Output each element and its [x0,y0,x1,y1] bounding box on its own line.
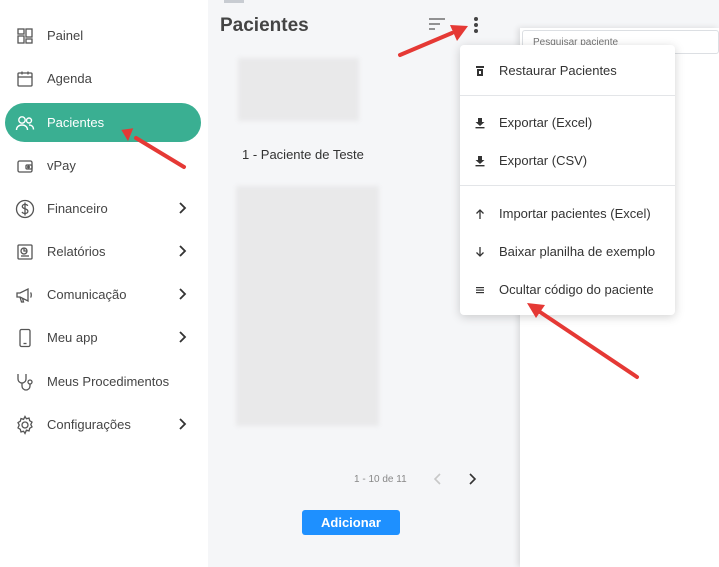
wallet-icon [15,156,35,176]
download-icon [474,116,486,129]
menu-item-label: Baixar planilha de exemplo [499,244,656,259]
patient-name[interactable]: 1 - Paciente de Teste [242,147,364,162]
top-indicator [224,0,244,3]
sidebar-item-meus-procedimentos[interactable]: Meus Procedimentos [5,362,201,401]
sidebar-item-configuracoes[interactable]: Configurações [5,405,201,444]
sidebar-item-pacientes[interactable]: Pacientes [5,103,201,142]
arrow-up-icon [474,207,486,219]
menu-item-importar-pacientes[interactable]: Importar pacientes (Excel) [460,198,675,228]
sidebar-item-meu-app[interactable]: Meu app [5,318,201,357]
menu-item-label: Restaurar Pacientes [499,63,617,78]
sidebar-item-label: Configurações [47,417,131,432]
users-icon [15,113,35,133]
blurred-photo [238,58,359,121]
chevron-right-icon [175,200,189,216]
stethoscope-icon [15,372,35,392]
menu-item-baixar-planilha[interactable]: Baixar planilha de exemplo [460,236,675,266]
menu-item-restaurar[interactable]: Restaurar Pacientes [460,55,675,85]
page-title: Pacientes [220,15,309,36]
menu-item-label: Importar pacientes (Excel) [499,206,651,221]
menu-item-exportar-csv[interactable]: Exportar (CSV) [460,145,675,175]
pagination-label: 1 - 10 de 11 [354,474,407,485]
chevron-right-icon [175,243,189,259]
menu-divider [460,185,675,186]
sidebar-item-label: Financeiro [47,201,108,216]
sidebar-item-comunicacao[interactable]: Comunicação [5,275,201,314]
sidebar-item-agenda[interactable]: Agenda [5,59,201,98]
list-icon [474,283,486,295]
menu-item-label: Exportar (Excel) [499,115,593,130]
chevron-right-icon [175,286,189,302]
dashboard-icon [15,26,35,46]
sidebar-item-relatorios[interactable]: Relatórios [5,232,201,271]
sidebar-item-label: Pacientes [47,115,105,130]
dollar-circle-icon [15,199,35,219]
sidebar-item-label: Relatórios [47,244,106,259]
sort-filter-icon[interactable] [428,16,446,32]
chevron-left-icon[interactable] [432,470,444,488]
menu-item-ocultar-codigo[interactable]: Ocultar código do paciente [460,274,675,304]
download-icon [474,154,486,167]
menu-item-label: Ocultar código do paciente [499,282,654,297]
report-icon [15,242,35,262]
sidebar: Painel Agenda Pacientes vPay Financeiro … [0,0,208,567]
sidebar-item-label: Painel [47,28,84,43]
add-patient-button[interactable]: Adicionar [302,510,400,535]
more-options-icon[interactable] [470,14,482,36]
restore-icon [474,64,486,76]
menu-item-exportar-excel[interactable]: Exportar (Excel) [460,107,675,137]
chevron-right-icon[interactable] [466,470,478,488]
megaphone-icon [15,285,35,305]
phone-icon [15,328,35,348]
blurred-patient-list [236,186,379,426]
options-menu: Restaurar Pacientes Exportar (Excel) Exp… [460,45,675,315]
sidebar-item-label: Meu app [47,330,98,345]
menu-divider [460,95,675,96]
sidebar-item-financeiro[interactable]: Financeiro [5,189,201,228]
sidebar-item-vpay[interactable]: vPay [5,146,201,185]
sidebar-item-painel[interactable]: Painel [5,16,201,55]
sidebar-item-label: Agenda [47,71,92,86]
calendar-icon [15,69,35,89]
chevron-right-icon [175,416,189,432]
menu-item-label: Exportar (CSV) [499,153,588,168]
arrow-down-icon [474,245,486,257]
chevron-right-icon [175,329,189,345]
gear-icon [15,415,35,435]
sidebar-item-label: vPay [47,158,76,173]
sidebar-item-label: Meus Procedimentos [47,374,170,389]
sidebar-item-label: Comunicação [47,287,127,302]
